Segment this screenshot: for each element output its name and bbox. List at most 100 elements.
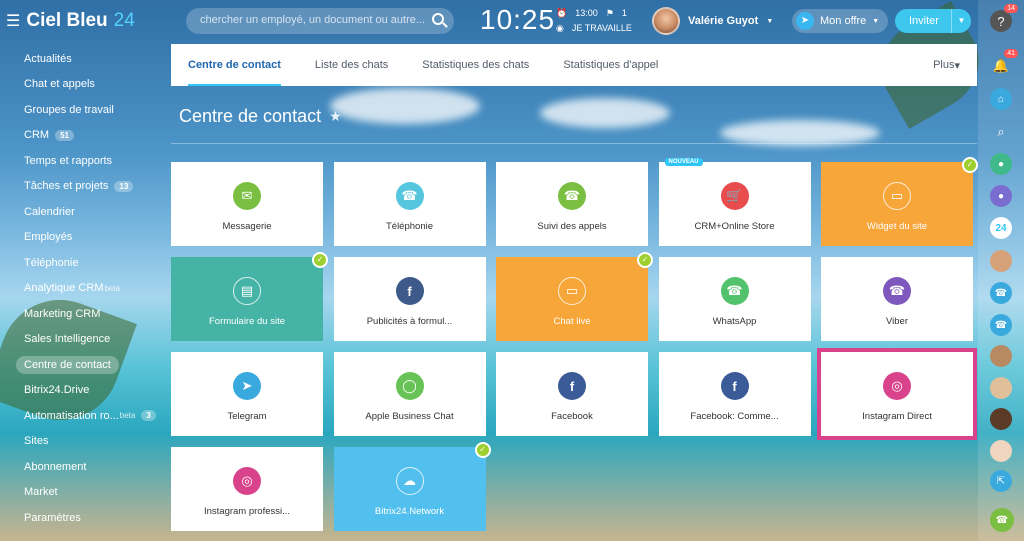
bell-icon[interactable]: 🔔 41 bbox=[990, 49, 1018, 77]
connector-tile[interactable]: ▤ Formulaire du site ✓ bbox=[171, 252, 328, 341]
sidebar-item[interactable]: Actualités bbox=[0, 46, 160, 72]
exit-icon[interactable]: ⇱ bbox=[990, 470, 1012, 492]
contact-icon[interactable]: ● bbox=[990, 153, 1012, 175]
sidebar-item[interactable]: Abonnement bbox=[0, 454, 160, 480]
sidebar-item[interactable]: Sites bbox=[0, 429, 160, 455]
ad-form-icon: f bbox=[395, 277, 424, 305]
connector-tile[interactable]: ◎ Instagram professi... bbox=[171, 447, 323, 531]
avatar[interactable] bbox=[652, 7, 680, 35]
tab[interactable]: Statistiques d'appel bbox=[546, 44, 675, 86]
connector-tile[interactable]: ☎ WhatsApp bbox=[658, 257, 811, 341]
work-day-status[interactable]: ⏰ 13:00 ⚑ 1 ◉ JE TRAVAILLE bbox=[556, 6, 632, 36]
form-icon: ▤ bbox=[233, 277, 261, 305]
sidebar-item[interactable]: Employés bbox=[0, 225, 160, 251]
bell-badge: 41 bbox=[1004, 49, 1018, 58]
envelope-icon: ✉ bbox=[233, 182, 261, 210]
sidebar-item[interactable]: Automatisation ro... beta 3 bbox=[0, 403, 160, 429]
connector-label: Téléphonie bbox=[385, 221, 433, 232]
sidebar-item-label: Temps et rapports bbox=[24, 154, 113, 167]
avatar[interactable] bbox=[990, 440, 1012, 462]
sidebar-item[interactable]: CRM 51 bbox=[0, 123, 160, 149]
connector-tile[interactable]: ☎ Téléphonie bbox=[333, 162, 486, 246]
user-menu[interactable]: Valérie Guyot ▼ bbox=[652, 7, 773, 35]
sidebar-item[interactable]: Bitrix24.Drive bbox=[0, 378, 160, 404]
connector-tile[interactable]: ◎ Instagram Direct bbox=[817, 348, 977, 440]
sidebar-item-label: Tâches et projets bbox=[24, 180, 109, 193]
search-icon[interactable] bbox=[432, 13, 444, 25]
sidebar-item-label: Calendrier bbox=[24, 205, 75, 218]
sidebar-item-label: Sites bbox=[24, 435, 49, 448]
avatar[interactable] bbox=[990, 408, 1012, 430]
sidebar-item[interactable]: Chat et appels bbox=[0, 72, 160, 98]
connector-tile[interactable]: f Facebook: Comme... bbox=[658, 352, 811, 436]
help-icon[interactable]: ? 14 bbox=[990, 4, 1018, 32]
divider bbox=[171, 143, 977, 144]
search-icon[interactable]: ⌕ bbox=[990, 121, 1012, 143]
sidebar-item[interactable]: Calendrier bbox=[0, 199, 160, 225]
connector-tile[interactable]: f Facebook bbox=[496, 352, 648, 436]
sidebar-item[interactable]: Temps et rapports bbox=[0, 148, 160, 174]
chat-icon: ▭ bbox=[558, 277, 586, 305]
sidebar-item[interactable]: Centre de contact bbox=[0, 352, 160, 378]
tab[interactable]: Liste des chats bbox=[298, 44, 405, 86]
phone-icon[interactable]: ☎ bbox=[990, 314, 1012, 336]
connector-tile[interactable]: ☁ Bitrix24.Network ✓ bbox=[333, 442, 491, 531]
sidebar-item[interactable]: Groupes de travail bbox=[0, 97, 160, 123]
sidebar-item[interactable]: Paramètres bbox=[0, 505, 160, 531]
invite-button[interactable]: Inviter ▼ bbox=[895, 9, 971, 33]
phone-icon[interactable]: ☎ bbox=[990, 282, 1012, 304]
beta-tag: beta bbox=[119, 411, 136, 421]
connector-tile[interactable]: ◯ Apple Business Chat bbox=[333, 352, 486, 436]
right-panel: ? 14 🔔 41 ⌂ ⌕ ● ● 24 ☎ ☎ ⇱ ☎ bbox=[978, 0, 1024, 541]
connector-label: Telegram bbox=[227, 411, 267, 422]
connector-tile[interactable]: 🛒 CRM+Online Store NOUVEAU bbox=[658, 158, 811, 246]
star-icon[interactable]: ★ bbox=[329, 108, 342, 125]
instagram-direct-icon: ◎ bbox=[883, 372, 911, 400]
connector-tile[interactable]: ➤ Telegram bbox=[171, 352, 323, 436]
chevron-down-icon: ▼ bbox=[872, 17, 880, 25]
clock-time[interactable]: 10:25 bbox=[480, 4, 555, 36]
connector-tile[interactable]: f Publicités à formul... bbox=[333, 257, 486, 341]
call-icon[interactable]: ☎ bbox=[990, 508, 1014, 532]
chevron-down-icon[interactable]: ▼ bbox=[951, 9, 971, 33]
flag-count: 1 bbox=[621, 8, 627, 18]
sidebar: Actualités Chat et appels Groupes de trava… bbox=[0, 46, 160, 531]
connector-label: CRM+Online Store bbox=[694, 221, 775, 232]
tab[interactable]: Plus ▾ bbox=[916, 44, 977, 86]
check-icon: ✓ bbox=[637, 252, 653, 268]
connector-tile[interactable]: ☎ Suivi des appels bbox=[496, 162, 648, 246]
sidebar-item-label: CRM bbox=[24, 129, 50, 142]
chat-icon[interactable]: ⌂ bbox=[990, 88, 1012, 110]
tab[interactable]: Centre de contact bbox=[171, 44, 298, 86]
tab-label: Centre de contact bbox=[188, 59, 281, 71]
search-placeholder: chercher un employé, un document ou autr… bbox=[200, 14, 426, 26]
sidebar-item-label: Employés bbox=[24, 231, 73, 244]
sidebar-item[interactable]: Market bbox=[0, 480, 160, 506]
menu-icon[interactable]: ☰ bbox=[6, 11, 20, 31]
tab[interactable]: Statistiques des chats bbox=[405, 44, 546, 86]
sidebar-item[interactable]: Téléphonie bbox=[0, 250, 160, 276]
connector-tile[interactable]: ☎ Viber bbox=[821, 257, 973, 341]
sidebar-item[interactable]: Analytique CRM beta bbox=[0, 276, 160, 302]
connector-label: WhatsApp bbox=[712, 316, 757, 327]
connector-tile[interactable]: ✉ Messagerie bbox=[171, 162, 323, 246]
count-badge: 3 bbox=[141, 410, 156, 422]
my-offer-button[interactable]: ➤ Mon offre ▼ bbox=[792, 9, 888, 33]
sidebar-item[interactable]: Tâches et projets 13 bbox=[0, 174, 160, 200]
sidebar-item[interactable]: Sales Intelligence bbox=[0, 327, 160, 353]
flag-icon: ⚑ bbox=[605, 8, 614, 18]
search-input[interactable]: chercher un employé, un document ou autr… bbox=[186, 8, 454, 34]
connector-tile[interactable]: ▭ Chat live ✓ bbox=[496, 252, 653, 341]
sidebar-item[interactable]: Marketing CRM bbox=[0, 301, 160, 327]
app-logo[interactable]: ☰ Ciel Bleu 24 bbox=[6, 10, 135, 32]
avatar[interactable] bbox=[990, 250, 1012, 272]
chat-bubbles-icon: ▭ bbox=[883, 182, 911, 210]
avatar[interactable] bbox=[990, 377, 1012, 399]
connector-tile[interactable]: ▭ Widget du site ✓ bbox=[821, 157, 978, 246]
chevron-down-icon: ▼ bbox=[766, 17, 774, 25]
count-badge: 13 bbox=[114, 180, 134, 192]
avatar[interactable] bbox=[990, 345, 1012, 367]
crm-contact-icon[interactable]: ● bbox=[990, 185, 1012, 207]
message-icon: ◯ bbox=[395, 372, 424, 400]
bitrix24-icon[interactable]: 24 bbox=[990, 217, 1012, 239]
